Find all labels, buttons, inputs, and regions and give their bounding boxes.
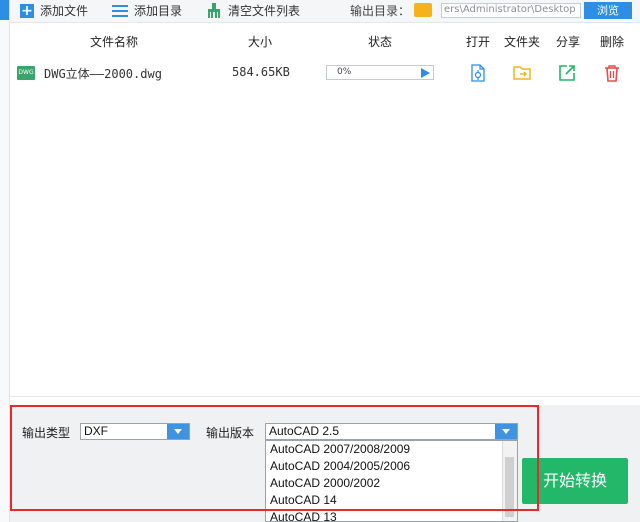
- open-file-icon[interactable]: [469, 64, 487, 82]
- column-header-status: 状态: [368, 35, 393, 49]
- left-sidebar-strip: [0, 0, 10, 522]
- column-header-delete: 删除: [600, 35, 625, 49]
- broom-icon: [208, 3, 220, 18]
- browse-button[interactable]: 浏览: [584, 2, 632, 19]
- progress-text: 0%: [337, 67, 352, 77]
- sidebar-accent: [0, 0, 9, 20]
- column-header-size: 大小: [248, 35, 273, 49]
- output-path-field[interactable]: ers\Administrator\Desktop: [441, 3, 581, 18]
- column-header-open: 打开: [466, 35, 491, 49]
- clear-list-button[interactable]: 清空文件列表: [206, 0, 300, 22]
- add-file-label: 添加文件: [40, 4, 89, 18]
- open-folder-icon[interactable]: [513, 64, 531, 82]
- start-convert-label: 开始转换: [542, 471, 607, 490]
- output-dir-label: 输出目录：: [350, 4, 411, 18]
- highlight-box: [10, 405, 539, 511]
- share-icon[interactable]: [558, 64, 576, 82]
- add-file-button[interactable]: + 添加文件: [20, 0, 88, 22]
- dwg-file-icon: DWG: [17, 66, 35, 80]
- add-directory-button[interactable]: 添加目录: [112, 0, 182, 22]
- plus-icon: +: [20, 3, 34, 19]
- play-icon[interactable]: [421, 68, 430, 78]
- column-header-name: 文件名称: [90, 35, 139, 49]
- progress-bar: 0%: [326, 65, 434, 80]
- file-size: 584.65KB: [232, 65, 290, 79]
- column-header-share: 分享: [556, 35, 581, 49]
- folder-icon[interactable]: [414, 3, 432, 17]
- file-name: DWG立体——2000.dwg: [44, 67, 162, 81]
- delete-icon[interactable]: [603, 64, 621, 82]
- column-header-folder: 文件夹: [504, 35, 541, 49]
- clear-list-label: 清空文件列表: [228, 4, 301, 18]
- list-separator: [10, 396, 640, 397]
- list-icon: [112, 4, 128, 18]
- add-directory-label: 添加目录: [134, 4, 183, 18]
